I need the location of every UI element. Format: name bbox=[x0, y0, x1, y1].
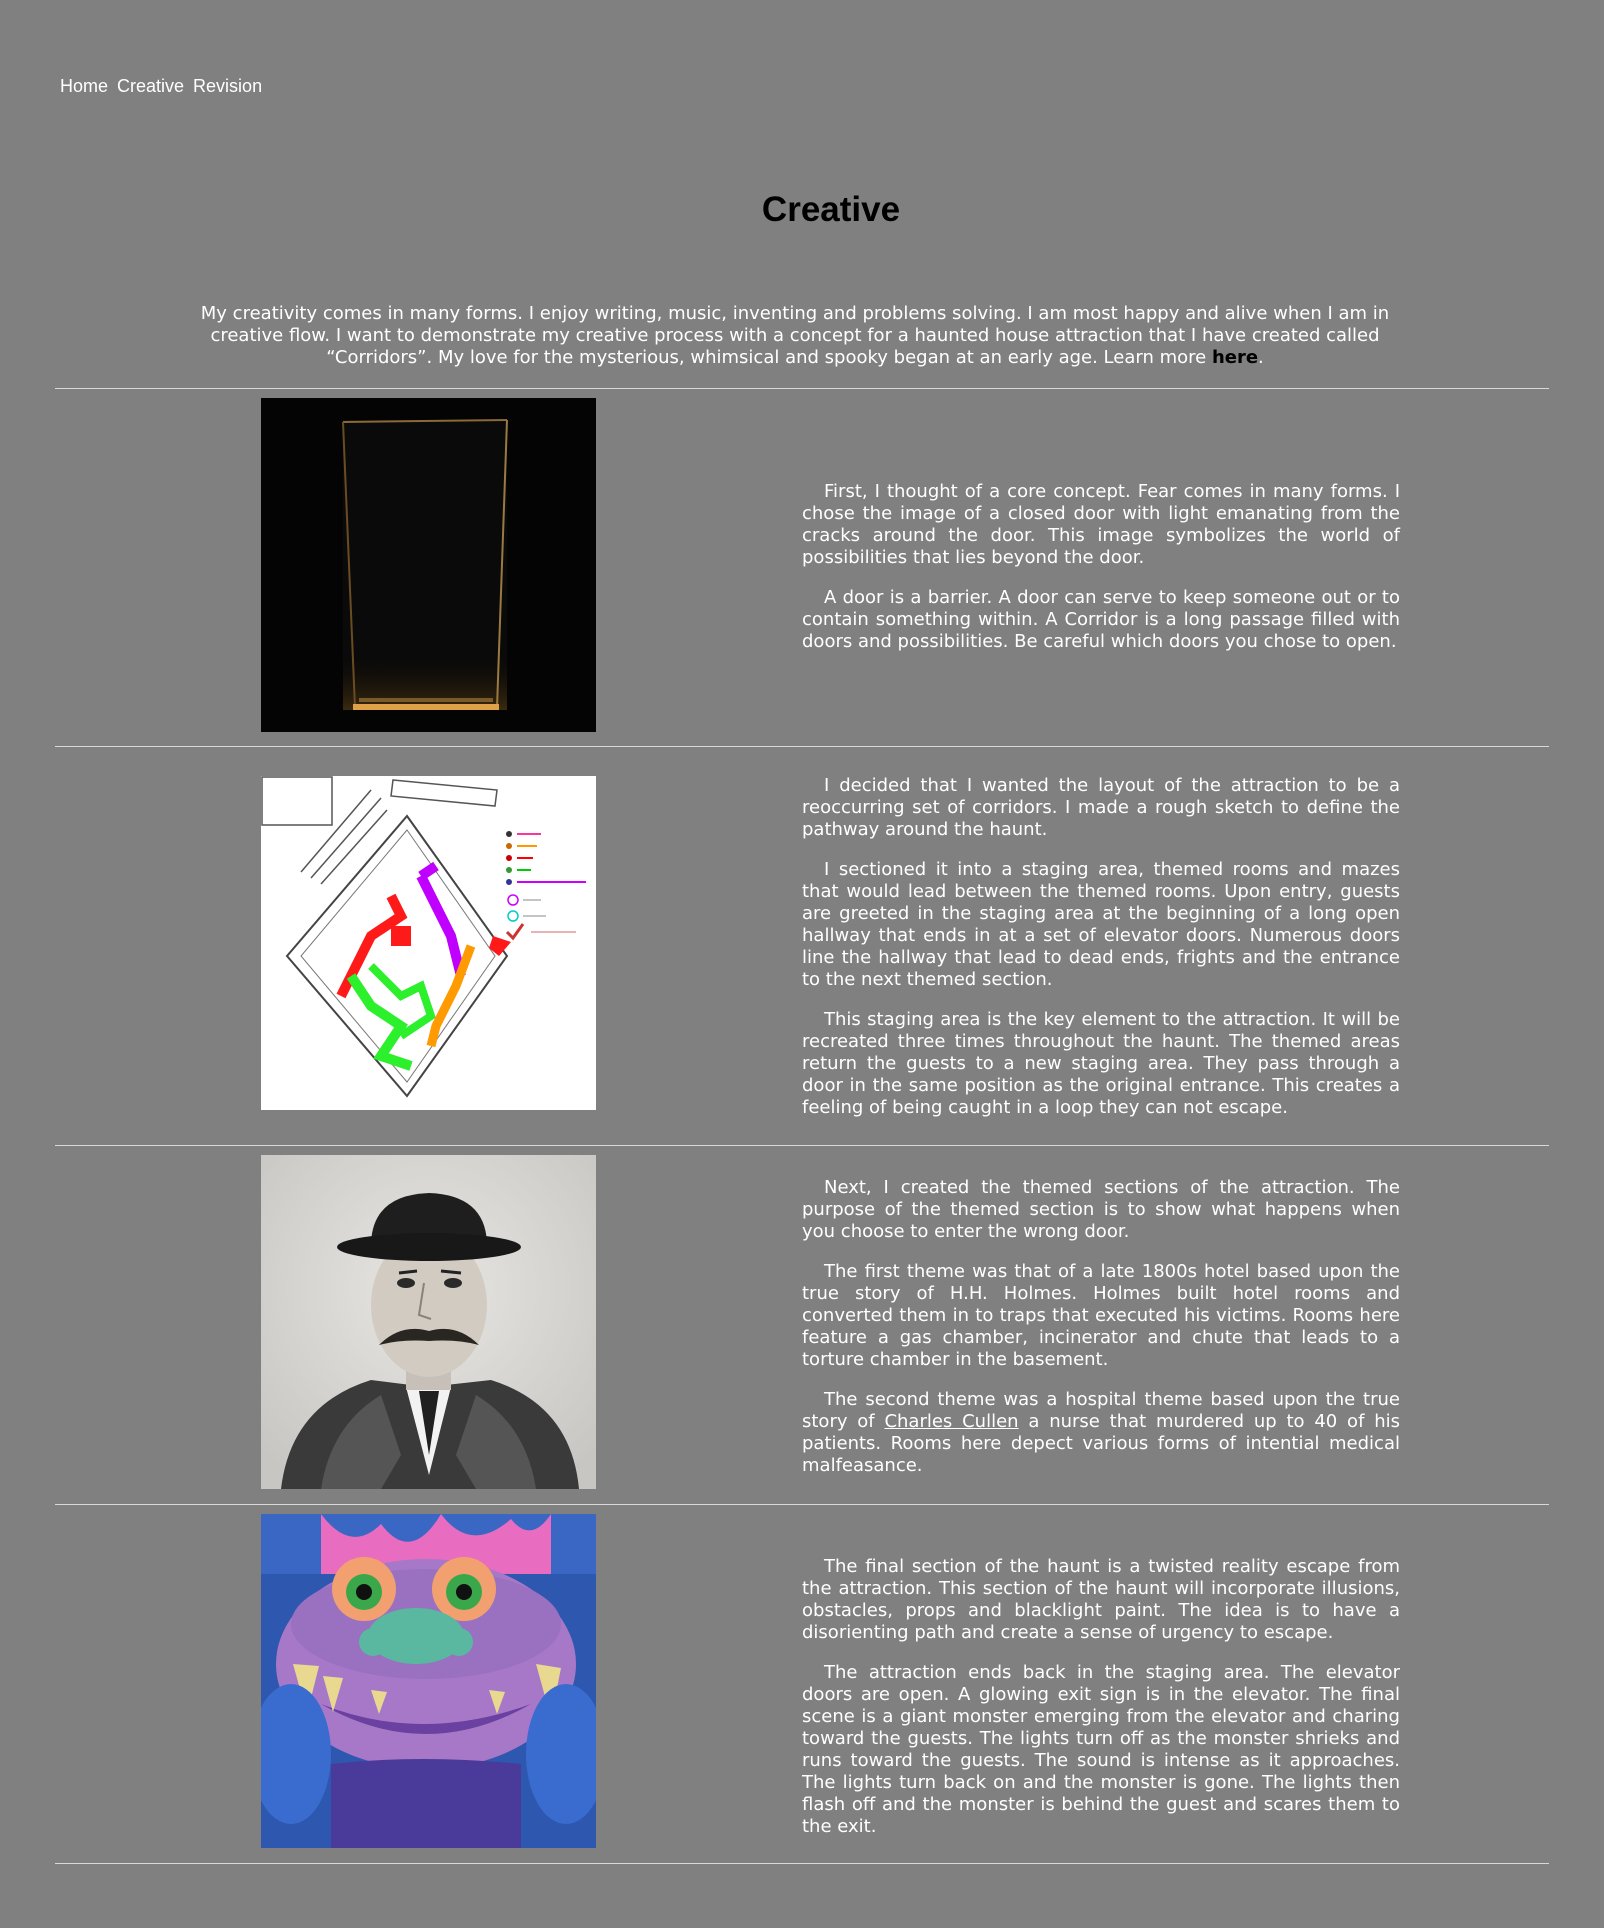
top-nav: Home Creative Revision bbox=[60, 76, 262, 97]
section-divider bbox=[55, 1145, 1549, 1146]
section-paragraph: I decided that I wanted the layout of th… bbox=[802, 775, 1400, 840]
charles-cullen-link[interactable]: Charles Cullen bbox=[884, 1411, 1018, 1432]
intro-paragraph: My creativity comes in many forms. I enj… bbox=[200, 303, 1390, 369]
section-divider bbox=[55, 746, 1549, 747]
section-3-text: Next, I created the themed sections of t… bbox=[802, 1177, 1400, 1495]
section-1-text: First, I thought of a core concept. Fear… bbox=[802, 481, 1400, 671]
section-paragraph: I sectioned it into a staging area, them… bbox=[802, 859, 1400, 990]
intro-end-punct: . bbox=[1258, 347, 1264, 368]
learn-more-link[interactable]: here bbox=[1212, 347, 1258, 368]
nav-link-revision[interactable]: Revision bbox=[193, 76, 262, 97]
section-paragraph: First, I thought of a core concept. Fear… bbox=[802, 481, 1400, 568]
section-paragraph: The first theme was that of a late 1800s… bbox=[802, 1261, 1400, 1370]
layout-sketch-image bbox=[261, 776, 596, 1110]
section-paragraph: The attraction ends back in the staging … bbox=[802, 1662, 1400, 1837]
dark-door-image bbox=[261, 398, 596, 732]
section-divider bbox=[55, 1504, 1549, 1505]
section-4-text: The final section of the haunt is a twis… bbox=[802, 1556, 1400, 1856]
page-title: Creative bbox=[761, 190, 901, 229]
vintage-portrait-image bbox=[261, 1155, 596, 1489]
purple-monster-image bbox=[261, 1514, 596, 1848]
section-paragraph: This staging area is the key element to … bbox=[802, 1009, 1400, 1118]
section-paragraph: A door is a barrier. A door can serve to… bbox=[802, 587, 1400, 652]
section-paragraph: Next, I created the themed sections of t… bbox=[802, 1177, 1400, 1242]
section-divider bbox=[55, 388, 1549, 389]
section-divider bbox=[55, 1863, 1549, 1864]
nav-link-home[interactable]: Home bbox=[60, 76, 108, 97]
nav-link-creative[interactable]: Creative bbox=[117, 76, 184, 97]
section-2-text: I decided that I wanted the layout of th… bbox=[802, 775, 1400, 1137]
section-paragraph: The final section of the haunt is a twis… bbox=[802, 1556, 1400, 1643]
section-paragraph: The second theme was a hospital theme ba… bbox=[802, 1389, 1400, 1477]
intro-text: My creativity comes in many forms. I enj… bbox=[200, 303, 1390, 368]
